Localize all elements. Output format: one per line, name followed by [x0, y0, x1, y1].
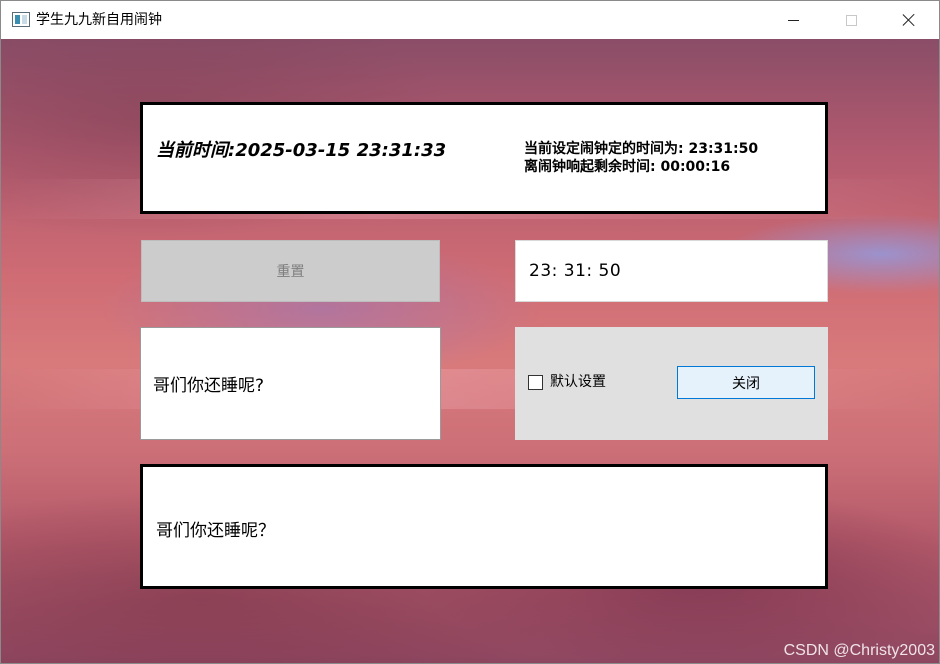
app-window-icon — [12, 12, 30, 27]
background-image: 当前时间:2025-03-15 23:31:33 当前设定闹钟定的时间为: 23… — [1, 39, 939, 663]
watermark: CSDN @Christy2003 — [783, 642, 935, 659]
window-title: 学生九九新自用闹钟 — [36, 12, 162, 28]
settings-panel: 默认设置 关闭 — [515, 327, 828, 440]
alarm-message-box[interactable]: 哥们你还睡呢? — [140, 327, 441, 440]
default-settings-label[interactable]: 默认设置 — [550, 372, 606, 392]
reset-button[interactable]: 重置 — [141, 240, 440, 302]
app-window: 学生九九新自用闹钟 当前时间:2025-03-15 23:31:33 当前设定闹… — [0, 0, 940, 664]
maximize-button[interactable] — [828, 1, 874, 39]
minimize-icon — [787, 19, 799, 21]
alarm-message-text: 哥们你还睡呢？ — [156, 521, 275, 541]
close-button[interactable]: 关闭 — [677, 366, 815, 399]
close-window-button[interactable] — [886, 1, 932, 39]
current-time-label: 当前时间:2025-03-15 23:31:33 — [156, 140, 447, 161]
default-settings-checkbox[interactable] — [528, 375, 543, 390]
close-icon — [902, 13, 916, 27]
maximize-icon — [845, 14, 857, 26]
alarm-time-input[interactable]: 23: 31: 50 — [515, 240, 828, 302]
alarm-info: 当前设定闹钟定的时间为: 23:31:50 离闹钟响起剩余时间: 00:00:1… — [524, 140, 758, 176]
alarm-set-time-label: 当前设定闹钟定的时间为: 23:31:50 — [524, 141, 759, 157]
remaining-time-label: 离闹钟响起剩余时间: 00:00:16 — [524, 159, 731, 175]
minimize-button[interactable] — [770, 1, 816, 39]
alarm-message-panel: 哥们你还睡呢？ — [140, 464, 828, 589]
clock-status-panel: 当前时间:2025-03-15 23:31:33 当前设定闹钟定的时间为: 23… — [140, 102, 828, 214]
title-bar[interactable]: 学生九九新自用闹钟 — [1, 1, 939, 39]
